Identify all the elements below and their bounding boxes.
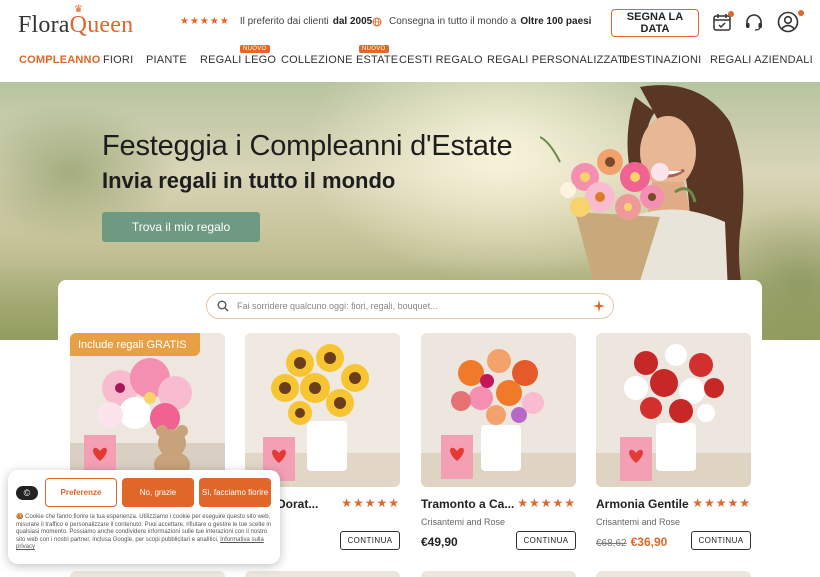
product-card[interactable]: a Dorat... ★★★★★ ers CONTINUA [245, 333, 400, 550]
nav-item-label: REGALI LEGO [200, 54, 277, 66]
logo[interactable]: ♛ FloraQueen [18, 4, 134, 39]
search-input[interactable]: Fai sorridere qualcuno oggi: fiori, rega… [237, 301, 438, 311]
cookie-decline-button[interactable]: No, grazie [122, 478, 194, 507]
cookie-preferences-button[interactable]: Preferenze [45, 478, 117, 507]
find-gift-button[interactable]: Trova il mio regalo [102, 212, 260, 242]
product-card-next-row [245, 571, 400, 577]
product-rating-stars: ★★★★★ [341, 496, 400, 510]
price-value: €49,90 [421, 535, 458, 549]
product-card[interactable] [70, 333, 225, 487]
product-image [596, 333, 751, 487]
free-gifts-badge: Include regali GRATIS [70, 333, 200, 356]
nav-item-label: COLLEZIONE ESTATE [281, 54, 399, 66]
hero-subtitle: Invia regali in tutto il mondo [102, 168, 396, 193]
rating-bold: dal 2005 [332, 16, 373, 27]
rating-tagline: ★★★★★ Il preferito dai clienti dal 2005 [180, 16, 372, 27]
continue-button[interactable]: CONTINUA [516, 531, 576, 550]
sale-price: €36,90 [630, 535, 668, 549]
shipping-text: Consegna in tutto il mondo a [389, 16, 517, 27]
nav-item-regali-personalizzati[interactable]: REGALI PERSONALIZZATI [487, 54, 627, 66]
calendar-icon[interactable] [710, 10, 734, 34]
product-name[interactable]: Tramonto a Ca... [421, 497, 514, 511]
product-image [70, 333, 225, 487]
rating-stars: ★★★★★ [180, 16, 230, 27]
cookie-settings-icon[interactable]: © [16, 486, 38, 500]
nav-item-destinazioni[interactable]: DESTINAZIONI [622, 54, 701, 66]
product-price: €68,62 €36,90 [596, 535, 667, 549]
product-image [245, 333, 400, 487]
globe-icon [372, 17, 382, 26]
product-card-next-row [421, 571, 576, 577]
product-rating-stars: ★★★★★ [517, 496, 576, 510]
cookie-accept-button[interactable]: Sì, facciamo fiorire [199, 478, 271, 507]
search-icon [217, 300, 229, 312]
nav-item-collezione-estate[interactable]: COLLEZIONE ESTATE NUOVO [281, 45, 399, 66]
nav-item-regali-aziendali[interactable]: REGALI AZIENDALI [710, 54, 813, 66]
nav-item-piante[interactable]: PIANTE [146, 54, 187, 66]
header: ♛ FloraQueen ★★★★★ Il preferito dai clie… [0, 0, 820, 44]
product-name[interactable]: Armonia Gentile [596, 497, 689, 511]
product-rating-stars: ★★★★★ [692, 496, 751, 510]
shipping-tagline: Consegna in tutto il mondo a Oltre 100 p… [372, 16, 591, 27]
crown-icon: ♛ [74, 4, 84, 15]
hero-title: Festeggia i Compleanni d'Estate [102, 130, 513, 162]
nav-item-fiori[interactable]: FIORI [103, 54, 133, 66]
shipping-bold: Oltre 100 paesi [520, 16, 592, 27]
product-card-next-row [70, 571, 225, 577]
new-badge: NUOVO [359, 45, 389, 53]
nav-item-cesti-regalo[interactable]: CESTI REGALO [399, 54, 483, 66]
continue-button[interactable]: CONTINUA [340, 531, 400, 550]
mark-date-button[interactable]: SEGNA LA DATA [611, 9, 699, 37]
new-badge: NUOVO [240, 45, 270, 53]
continue-button[interactable]: CONTINUA [691, 531, 751, 550]
main-nav: COMPLEANNO FIORI PIANTE REGALI LEGO NUOV… [0, 45, 820, 70]
user-icon[interactable] [776, 10, 804, 34]
product-description: Crisantemi and Rose [596, 517, 681, 527]
cookie-banner: © Preferenze No, grazie Sì, facciamo fio… [8, 470, 280, 564]
calendar-notification-dot [728, 11, 734, 17]
product-card[interactable]: Armonia Gentile ★★★★★ Crisantemi and Ros… [596, 333, 751, 550]
product-card-next-row [596, 571, 751, 577]
product-description: Crisantemi and Rose [421, 517, 506, 527]
sparkle-icon[interactable] [593, 300, 605, 312]
search-bar[interactable]: Fai sorridere qualcuno oggi: fiori, rega… [206, 293, 614, 319]
logo-text-queen: Queen [69, 12, 134, 38]
old-price: €68,62 [596, 538, 627, 549]
nav-item-compleanno[interactable]: COMPLEANNO [19, 54, 100, 66]
product-price: €49,90 [421, 535, 458, 549]
cookie-text: 🍪 Cookie che fanno fiorire la tua esperi… [16, 514, 278, 552]
nav-item-regali-lego[interactable]: REGALI LEGO NUOVO [200, 45, 277, 66]
rating-text: Il preferito dai clienti [239, 16, 329, 27]
logo-text-flora: Flora [18, 12, 70, 38]
product-image [421, 333, 576, 487]
product-card[interactable]: Tramonto a Ca... ★★★★★ Crisantemi and Ro… [421, 333, 576, 550]
user-notification-dot [798, 10, 804, 16]
headset-icon[interactable] [742, 10, 766, 34]
